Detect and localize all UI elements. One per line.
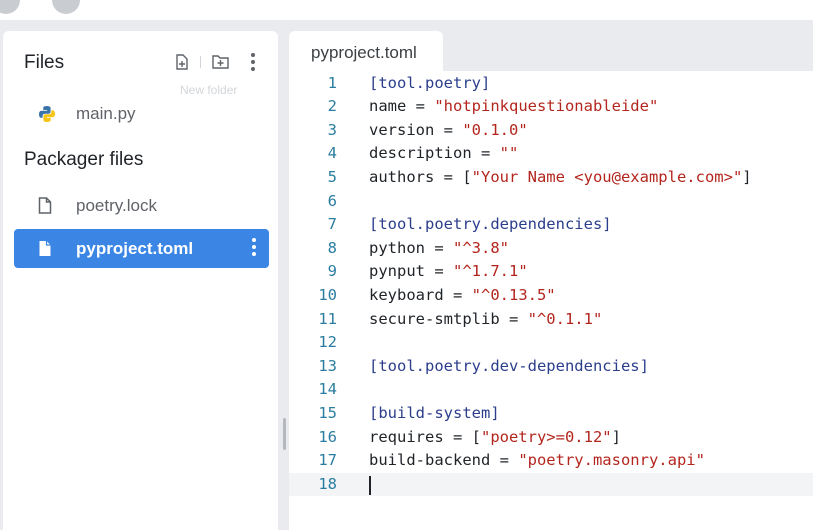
code-line[interactable]: 13 [tool.poetry.dev-dependencies] xyxy=(289,355,813,379)
file-item-pyproject-toml[interactable]: pyproject.toml xyxy=(14,229,269,268)
code-editor[interactable]: 1 [tool.poetry] 2 name = "hotpinkquestionab… xyxy=(289,71,813,530)
line-number: 13 xyxy=(318,356,337,375)
line-number: 17 xyxy=(318,451,337,470)
code-text: [tool.poetry] xyxy=(369,73,491,92)
code-text: [tool.poetry.dependencies] xyxy=(369,215,612,234)
line-number: 15 xyxy=(318,403,337,422)
code-line[interactable]: 4 description = "" xyxy=(289,142,813,166)
tab-pyproject-toml[interactable]: pyproject.toml xyxy=(289,31,443,71)
text-cursor xyxy=(369,475,371,495)
files-heading: Files xyxy=(24,52,65,73)
code-text: description = "" xyxy=(369,144,519,163)
python-icon xyxy=(38,105,55,123)
code-line[interactable]: 17 build-backend = "poetry.masonry.api" xyxy=(289,449,813,473)
code-text: secure-smtplib = "^0.1.1" xyxy=(369,309,603,328)
file-icon xyxy=(38,240,54,258)
line-number: 7 xyxy=(327,215,337,234)
code-text: authors = ["Your Name <you@example.com>"… xyxy=(369,167,752,186)
file-options-icon[interactable] xyxy=(252,238,256,256)
code-text: name = "hotpinkquestionableide" xyxy=(369,97,659,116)
code-text: version = "0.1.0" xyxy=(369,120,528,139)
top-bar xyxy=(0,0,813,20)
line-number: 5 xyxy=(327,167,337,186)
code-line[interactable]: 5 authors = ["Your Name <you@example.com>… xyxy=(289,166,813,190)
line-number: 14 xyxy=(318,380,337,399)
code-text: [build-system] xyxy=(369,403,500,422)
line-number: 9 xyxy=(327,262,337,281)
code-line[interactable]: 7 [tool.poetry.dependencies] xyxy=(289,213,813,237)
code-line[interactable]: 18 xyxy=(289,472,813,497)
code-text: pynput = "^1.7.1" xyxy=(369,262,528,281)
code-line[interactable]: 6 xyxy=(289,190,813,214)
code-line[interactable]: 15 [build-system] xyxy=(289,402,813,426)
code-text: [tool.poetry.dev-dependencies] xyxy=(369,356,649,375)
code-line[interactable]: 12 xyxy=(289,331,813,355)
code-line[interactable]: 3 version = "0.1.0" xyxy=(289,119,813,143)
code-text: build-backend = "poetry.masonry.api" xyxy=(369,451,705,470)
file-item-main-py[interactable]: main.py xyxy=(14,94,269,133)
file-plus-icon[interactable] xyxy=(175,54,189,72)
pane-resize-handle[interactable] xyxy=(283,418,286,450)
code-line[interactable]: 10 keyboard = "^0.13.5" xyxy=(289,284,813,308)
line-number: 16 xyxy=(318,427,337,446)
file-item-label: pyproject.toml xyxy=(76,239,194,258)
code-line[interactable]: 1 [tool.poetry] xyxy=(289,72,813,96)
line-number: 12 xyxy=(318,333,337,352)
file-item-label: main.py xyxy=(76,104,136,123)
line-number: 1 xyxy=(327,73,337,92)
code-text: python = "^3.8" xyxy=(369,238,509,257)
line-number: 11 xyxy=(318,309,337,328)
code-text: requires = ["poetry>=0.12"] xyxy=(369,427,621,446)
line-number: 18 xyxy=(318,474,337,493)
line-number: 3 xyxy=(327,120,337,139)
code-line[interactable]: 16 requires = ["poetry>=0.12"] xyxy=(289,426,813,450)
user-menu-icon[interactable] xyxy=(52,0,80,14)
line-number: 8 xyxy=(327,238,337,257)
file-item-label: poetry.lock xyxy=(76,196,157,215)
file-item-poetry-lock[interactable]: poetry.lock xyxy=(14,186,269,225)
folder-plus-icon[interactable] xyxy=(212,54,229,71)
code-text: keyboard = "^0.13.5" xyxy=(369,285,556,304)
file-sidebar: Files New folder main.py Packager files … xyxy=(3,31,278,530)
code-line[interactable]: 8 python = "^3.8" xyxy=(289,237,813,261)
avatar-icon[interactable] xyxy=(0,0,20,14)
line-number: 4 xyxy=(327,144,337,163)
packager-files-heading: Packager files xyxy=(24,149,144,170)
line-number: 6 xyxy=(327,191,337,210)
code-line[interactable]: 14 xyxy=(289,378,813,402)
file-icon xyxy=(38,197,54,215)
line-number: 10 xyxy=(318,285,337,304)
code-line[interactable]: 11 secure-smtplib = "^0.1.1" xyxy=(289,308,813,332)
toolbar-divider xyxy=(200,56,201,68)
tab-label: pyproject.toml xyxy=(311,43,417,62)
line-number: 2 xyxy=(327,97,337,116)
more-options-icon[interactable] xyxy=(251,53,255,71)
code-line[interactable]: 9 pynput = "^1.7.1" xyxy=(289,260,813,284)
code-line[interactable]: 2 name = "hotpinkquestionableide" xyxy=(289,95,813,119)
